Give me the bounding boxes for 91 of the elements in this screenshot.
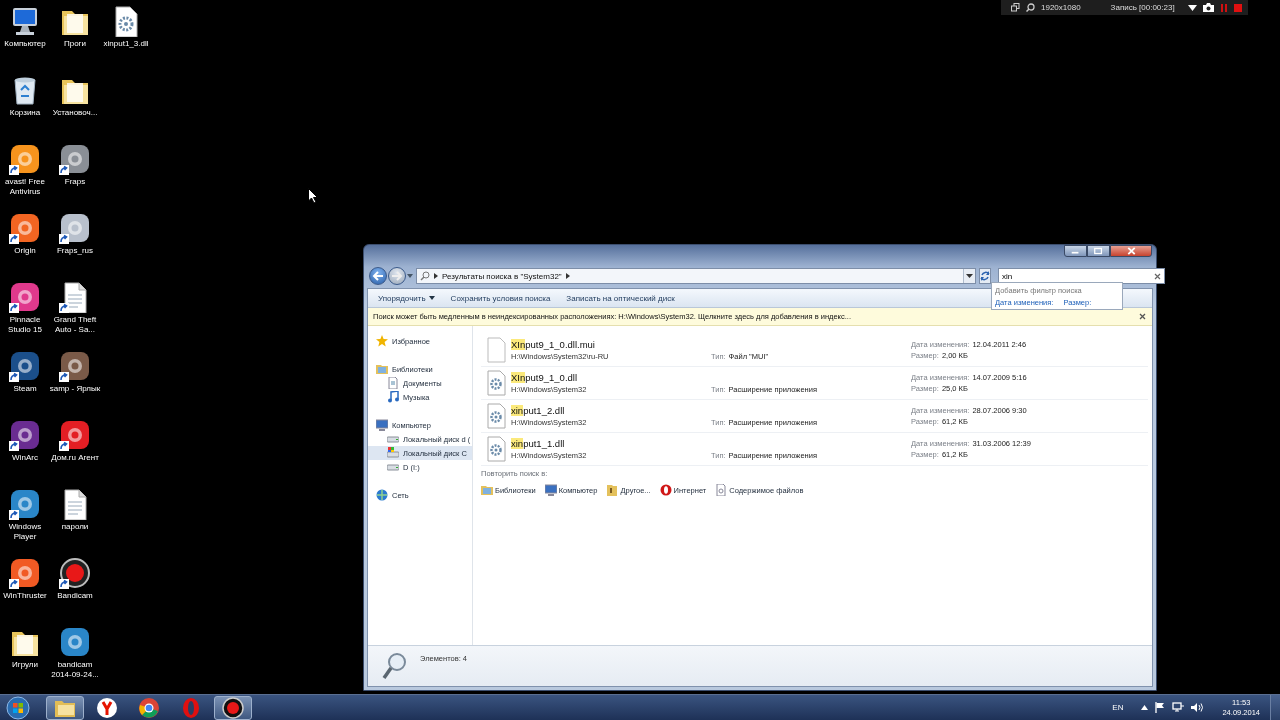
music-note-icon [387,391,399,403]
forward-button[interactable] [388,267,406,285]
document-icon [387,377,399,389]
refresh-button[interactable] [979,268,991,284]
desktop-icon[interactable]: WinThruster [0,552,50,621]
chevron-icon [434,273,438,279]
resolution-text: 1920x1080 [1041,3,1081,12]
desktop-icon[interactable]: Проги [50,0,100,69]
caret-icon [407,274,413,278]
windows-icon [1011,3,1020,12]
desktop-icon[interactable]: Компьютер [0,0,50,69]
desktop-icon[interactable]: Bandicam [50,552,100,621]
desktop-icon[interactable]: Pinnacle Studio 15 [0,276,50,345]
folder-icon [606,484,619,496]
browser-icon [96,696,118,719]
desktop-icon[interactable]: Fraps [50,138,100,207]
libraries-icon [481,484,493,496]
close-button[interactable] [1110,245,1152,257]
pause-icon [1220,3,1228,12]
back-button[interactable] [369,267,387,285]
network-icon [376,489,388,501]
desktop-icon[interactable]: Корзина [0,69,50,138]
refresh-icon [980,271,990,281]
close-icon [1139,313,1146,320]
file-name: XInput9_1_0.dll.mui [511,339,596,350]
chevron-icon [565,273,570,279]
computer-icon [544,484,557,496]
flag-icon [1155,702,1166,713]
toolbar-button[interactable]: Упорядочить [374,291,445,305]
opera-icon [659,484,672,496]
file-icon [485,337,507,363]
search-icon [1026,3,1035,12]
language-indicator[interactable]: EN [1112,703,1124,712]
recording-status: Запись [00:00:23] [1110,3,1175,12]
search-field[interactable]: xin [998,268,1165,284]
desktop-icon[interactable]: WinArc [0,414,50,483]
address-bar[interactable]: Результаты поиска в "System32" [416,268,976,284]
taskbar-button[interactable] [214,695,252,720]
desktop-icon[interactable]: Steam [0,345,50,414]
desktop-icon[interactable]: Grand Theft Auto - Sa... [50,276,100,345]
desktop-icon[interactable]: Дом.ru Агент [50,414,100,483]
caret-icon [966,274,973,278]
camera-icon [1203,3,1214,12]
chrome-icon [138,696,160,719]
desktop-icon[interactable]: bandicam 2014-09-24... [50,621,100,690]
settings-file-icon [485,370,507,396]
drive-icon [387,433,399,445]
record-icon [222,696,244,719]
desktop-icon[interactable]: Windows Player [0,483,50,552]
desktop-icon[interactable]: samp - Ярлык [50,345,100,414]
document-icon [715,484,728,496]
desktop-icon[interactable]: avast! Free Antivirus [0,138,50,207]
start-button[interactable] [4,695,32,720]
file-name: XInput9_1_0.dll [511,372,579,383]
file-name: xinput1_1.dll [511,438,566,449]
drive-icon [387,461,399,473]
desktop-icon[interactable]: Игрули [0,621,50,690]
cursor-icon [308,188,318,204]
desktop-icon[interactable]: Origin [0,207,50,276]
dropdown-button[interactable] [963,269,975,283]
taskbar-button[interactable] [46,695,84,720]
volume-icon [1191,702,1204,713]
desktop-icon[interactable]: Fraps_rus [50,207,100,276]
clear-icon [1154,273,1161,280]
system-drive-icon [387,447,399,459]
toolbar-button[interactable]: Записать на оптический диск [562,291,685,305]
toolbar-button[interactable]: Сохранить условия поиска [446,291,561,305]
desktop-icon[interactable]: пароли [50,483,100,552]
settings-file-icon [485,436,507,462]
settings-file-icon [485,403,507,429]
opera-icon [180,696,202,719]
stop-icon [1234,3,1242,12]
back-arrow-icon [372,271,384,281]
minimize-button[interactable] [1064,245,1087,257]
caret-icon [428,296,435,300]
show-hidden-icons-icon [1141,705,1149,710]
show-desktop-button[interactable] [1270,695,1280,720]
libraries-icon [376,363,388,375]
forward-arrow-icon [391,271,403,281]
network-icon [1172,702,1185,713]
windows-logo-icon [6,695,30,720]
file-name: xinput1_2.dll [511,405,566,416]
desktop-icon[interactable]: xinput1_3.dll [100,0,152,69]
maximize-button[interactable] [1087,245,1110,257]
desktop-icon[interactable]: Установоч... [50,69,100,138]
computer-icon [376,419,388,431]
search-icon [420,271,430,281]
dropdown-icon [1188,4,1197,11]
breadcrumb[interactable]: Результаты поиска в "System32" [442,271,562,281]
search-icon [382,652,408,680]
star-icon [376,335,388,347]
